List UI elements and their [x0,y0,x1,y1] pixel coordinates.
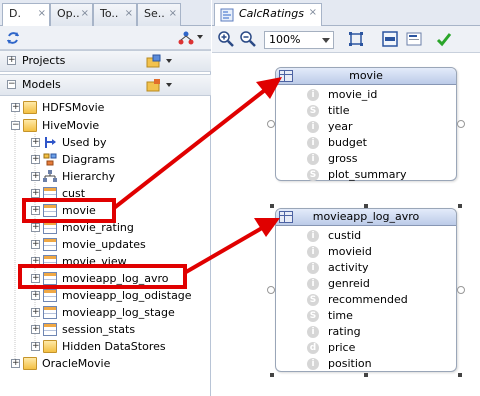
annotation-arrows [112,77,282,274]
arrow-avro-to-datastore [184,218,280,274]
arrow-movie-to-datastore [112,77,282,210]
